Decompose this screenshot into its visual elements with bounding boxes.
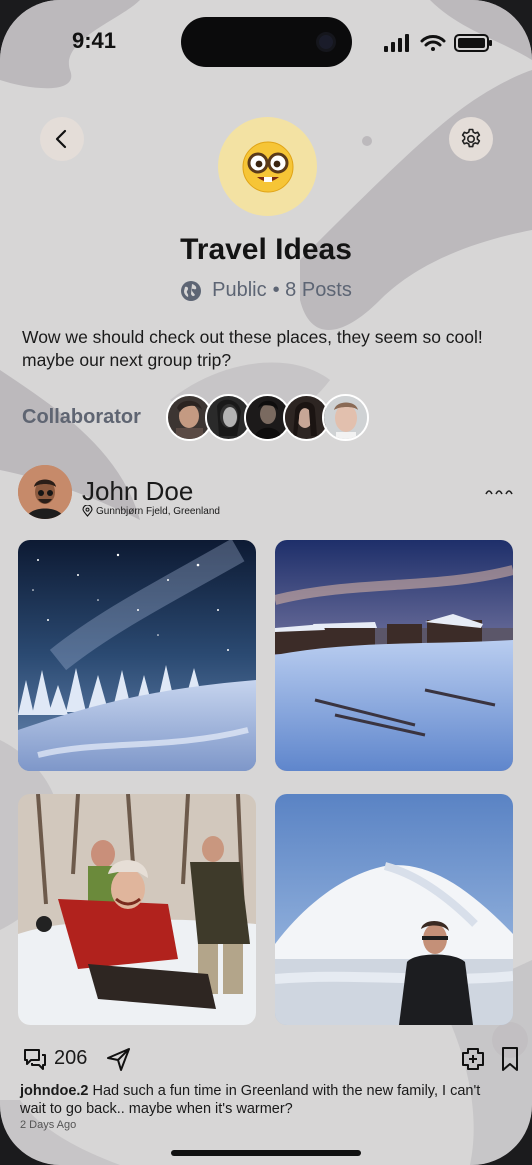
nerd-face-icon [242,141,293,192]
caption-username[interactable]: johndoe.2 [20,1083,88,1099]
settings-button[interactable] [449,117,493,161]
board-emoji-badge [218,117,317,216]
globe-icon [181,280,202,301]
collaborator-avatars[interactable] [166,394,376,442]
collaborator-avatar[interactable] [322,394,369,441]
battery-icon [454,34,492,52]
post-photo-mountain[interactable] [275,794,513,1025]
dynamic-island [181,17,352,67]
post-caption: johndoe.2 Had such a fun time in Greenla… [20,1082,490,1118]
home-indicator[interactable] [171,1150,361,1156]
caption-text: Had such a fun time in Greenland with th… [20,1083,481,1117]
author-name[interactable]: John Doe [82,476,193,507]
signal-icon [384,34,409,52]
more-icon[interactable] [484,484,514,500]
post-timestamp: 2 Days Ago [20,1119,77,1131]
wifi-icon [420,35,446,51]
gear-icon [461,128,481,148]
status-icons [384,34,492,52]
post-actions: 206 [0,1042,532,1076]
camera-icon [316,32,336,52]
post-photo-cabins[interactable] [275,540,513,771]
post-count: • 8 Posts [272,279,352,301]
author-avatar[interactable] [18,465,72,519]
post-photo-snow-play[interactable] [18,794,256,1025]
status-time: 9:41 [72,28,117,53]
send-icon[interactable] [106,1046,132,1072]
status-bar: 9:41 [0,0,532,80]
collaborator-label: Collaborator [22,406,141,428]
board-description: Wow we should check out these places, th… [22,327,483,370]
location-text: Gunnbjørn Fjeld, Greenland [96,505,220,517]
comment-count: 206 [54,1047,88,1069]
add-to-board-icon[interactable] [460,1046,486,1072]
back-icon [55,129,67,149]
author-location: Gunnbjørn Fjeld, Greenland [82,505,220,517]
comment-icon[interactable] [22,1046,48,1072]
location-pin-icon [82,505,93,517]
board-title: Travel Ideas [180,233,352,266]
back-button[interactable] [40,117,84,161]
bookmark-icon[interactable] [497,1046,523,1072]
post-photo-starry-night[interactable] [18,540,256,771]
phone-screen: 9:41 Travel Ideas Public • 8 Posts Wow w… [0,0,532,1165]
visibility-label: Public [212,279,267,301]
board-meta: Public • 8 Posts [0,279,532,302]
